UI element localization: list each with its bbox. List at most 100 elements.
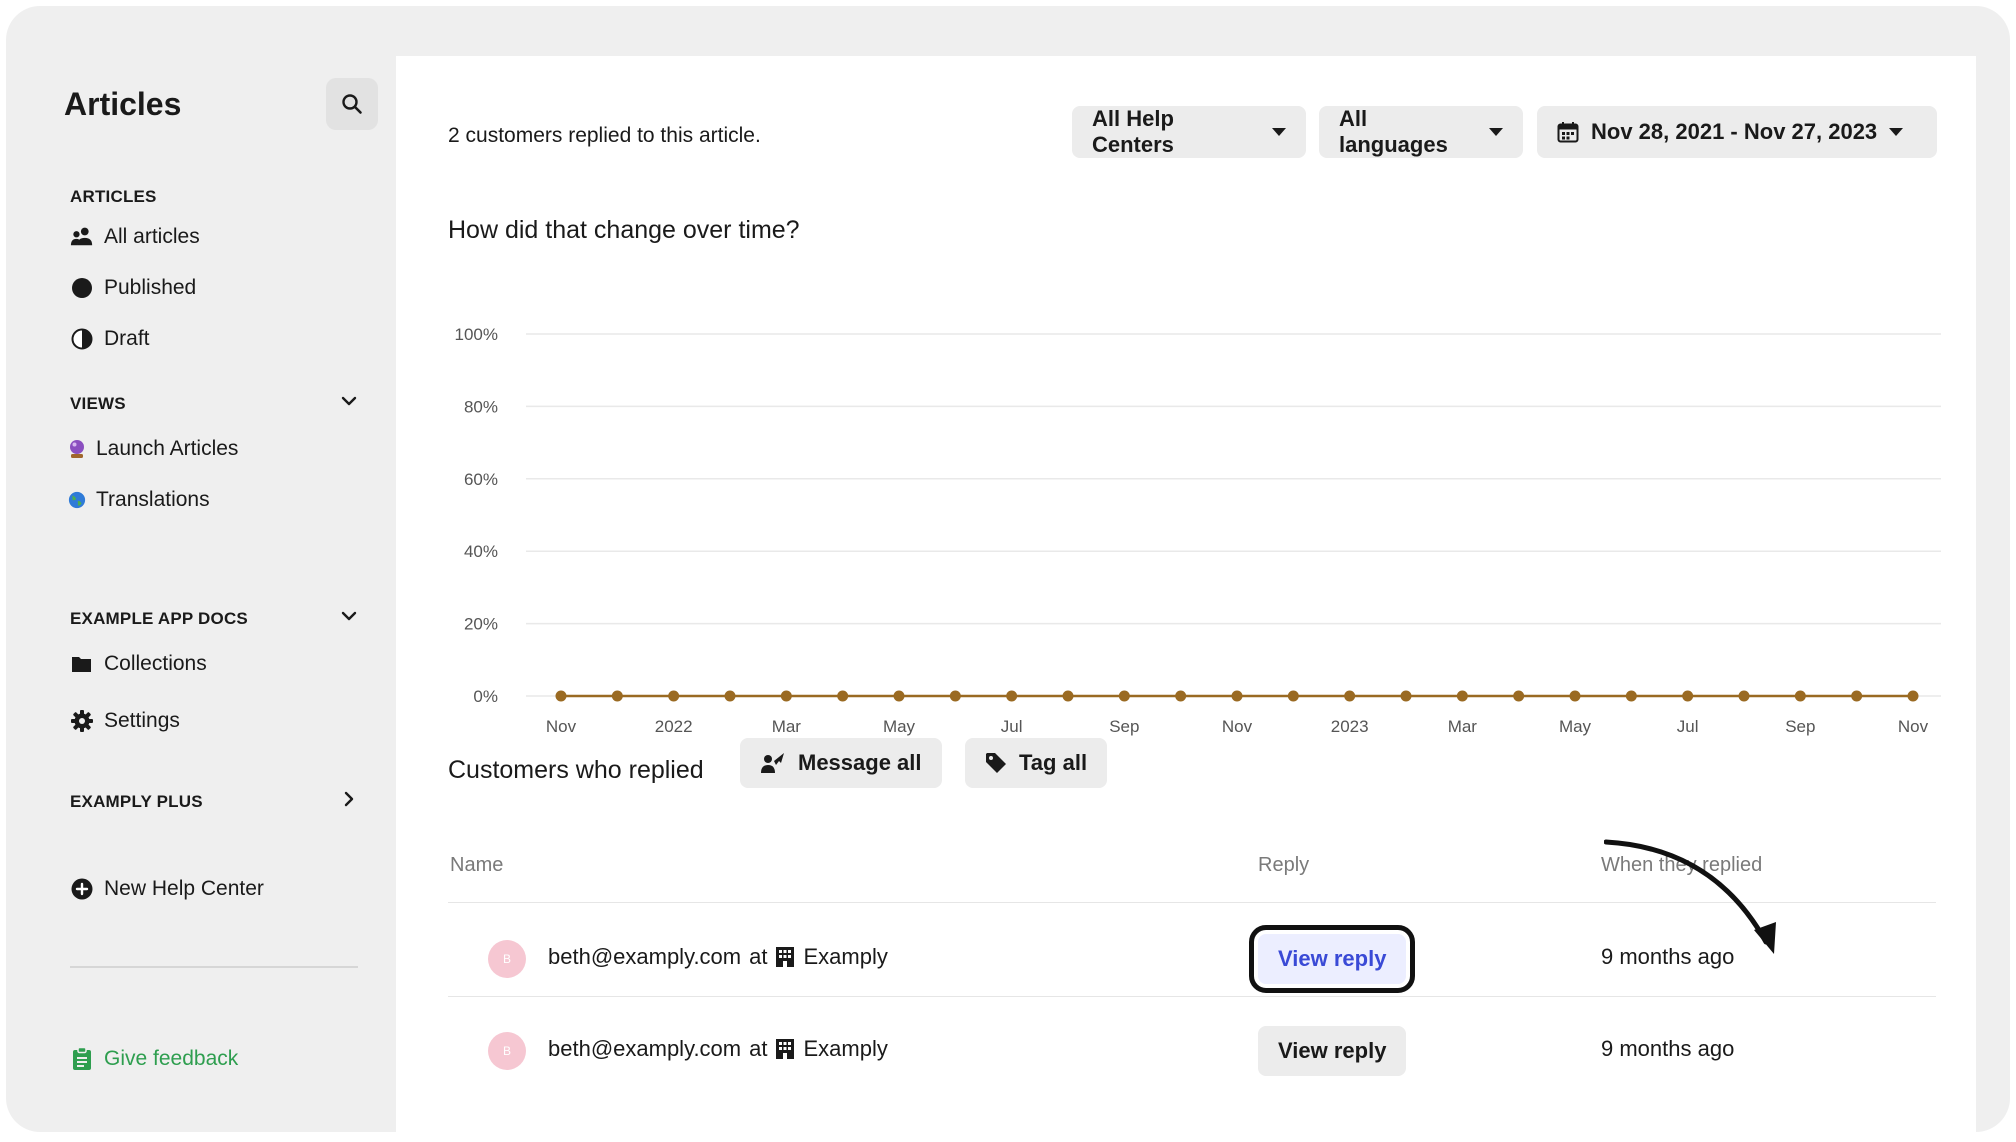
data-point (1062, 690, 1074, 702)
data-point (780, 690, 792, 702)
data-point (837, 690, 849, 702)
caret-down-icon (1889, 128, 1904, 136)
column-header-reply[interactable]: Reply (1258, 854, 1309, 877)
avatar: B (488, 1032, 526, 1070)
message-all-button[interactable]: Message all (740, 738, 942, 788)
chevron-down-icon[interactable] (340, 607, 358, 625)
view-reply-button[interactable]: View reply (1248, 925, 1416, 993)
date-range-label: Nov 28, 2021 - Nov 27, 2023 (1591, 119, 1878, 144)
sidebar-divider (70, 966, 358, 968)
x-tick-label: May (1559, 717, 1592, 736)
x-tick-label: Nov (546, 717, 577, 736)
sidebar-item-draft[interactable]: Draft (70, 322, 150, 356)
annotation-arrow-icon (1604, 839, 1776, 954)
sidebar-item-published[interactable]: Published (70, 271, 196, 305)
sidebar: Articles ARTICLES All articles Published… (6, 6, 396, 1132)
x-tick-label: 2023 (1331, 717, 1369, 736)
tag-all-label: Tag all (1019, 750, 1088, 775)
building-icon (776, 947, 795, 967)
help-centers-filter[interactable]: All Help Centers (1072, 106, 1306, 158)
sidebar-item-label: Launch Articles (96, 437, 239, 460)
x-tick-label: Mar (772, 717, 802, 736)
y-tick-label: 40% (464, 542, 498, 561)
caret-down-icon (1272, 128, 1286, 136)
globe-icon (68, 488, 86, 512)
x-tick-label: Jul (1001, 717, 1023, 736)
data-point (1287, 690, 1299, 702)
data-point (1569, 690, 1581, 702)
data-point (1682, 690, 1694, 702)
x-tick-label: 2022 (655, 717, 693, 736)
sidebar-item-label: Settings (104, 709, 180, 732)
section-articles: ARTICLES (70, 187, 157, 206)
calendar-icon (1557, 122, 1579, 143)
main-panel: 2 customers replied to this article. All… (396, 56, 1976, 1132)
sidebar-item-all-articles[interactable]: All articles (70, 220, 200, 254)
x-tick-label: Sep (1109, 717, 1139, 736)
at-label: at (749, 1036, 768, 1061)
y-tick-label: 20% (464, 615, 498, 634)
customer-email: beth@examply.com (548, 1036, 742, 1061)
search-icon (342, 94, 362, 114)
languages-filter-label: All languages (1339, 106, 1448, 157)
folder-icon (70, 652, 94, 676)
data-point (1513, 690, 1525, 702)
people-icon (70, 225, 94, 249)
give-feedback-label: Give feedback (104, 1047, 239, 1070)
x-tick-label: Sep (1785, 717, 1815, 736)
tag-icon (986, 753, 1006, 773)
table-row[interactable]: B beth@examply.com at Examply View reply… (448, 1006, 1936, 1096)
app-frame: Articles ARTICLES All articles Published… (6, 6, 2010, 1132)
data-point (1175, 690, 1187, 702)
avatar: B (488, 940, 526, 978)
data-point (1794, 690, 1806, 702)
data-point (668, 690, 680, 702)
y-tick-label: 0% (473, 687, 498, 706)
customer-identity[interactable]: beth@examply.com at Examply (548, 944, 888, 970)
sidebar-item-settings[interactable]: Settings (70, 704, 180, 738)
give-feedback-link[interactable]: Give feedback (70, 1042, 238, 1076)
plus-circle-icon (70, 877, 94, 901)
crystal-ball-icon (68, 437, 86, 461)
data-point (1625, 690, 1637, 702)
help-centers-filter-label: All Help Centers (1092, 106, 1174, 157)
data-point (1231, 690, 1243, 702)
languages-filter[interactable]: All languages (1319, 106, 1523, 158)
x-tick-label: Nov (1898, 717, 1929, 736)
gear-icon (70, 709, 94, 733)
sidebar-item-label: Collections (104, 652, 207, 675)
chevron-down-icon[interactable] (340, 392, 358, 410)
section-example-app-docs: EXAMPLE APP DOCS (70, 609, 248, 628)
sidebar-item-label: Draft (104, 327, 150, 350)
chevron-right-icon[interactable] (340, 790, 358, 808)
new-help-center-label: New Help Center (104, 877, 264, 900)
building-icon (776, 1039, 795, 1059)
sidebar-item-launch-articles[interactable]: Launch Articles (68, 432, 238, 466)
sidebar-item-collections[interactable]: Collections (70, 647, 207, 681)
company-name: Examply (803, 944, 888, 969)
data-point (1006, 690, 1018, 702)
data-point (724, 690, 736, 702)
x-tick-label: May (883, 717, 916, 736)
search-button[interactable] (326, 78, 378, 130)
date-range-picker[interactable]: Nov 28, 2021 - Nov 27, 2023 (1537, 106, 1937, 158)
tag-all-button[interactable]: Tag all (965, 738, 1108, 788)
data-point (1851, 690, 1863, 702)
reply-summary: 2 customers replied to this article. (448, 124, 761, 147)
data-point (1400, 690, 1412, 702)
view-reply-button[interactable]: View reply (1258, 1026, 1407, 1076)
table-divider (448, 996, 1936, 997)
data-point (1738, 690, 1750, 702)
sidebar-item-translations[interactable]: Translations (68, 483, 210, 517)
data-point (1456, 690, 1468, 702)
clipboard-icon (70, 1047, 94, 1071)
column-header-name[interactable]: Name (450, 854, 503, 877)
customer-identity[interactable]: beth@examply.com at Examply (548, 1036, 888, 1062)
x-tick-label: Jul (1677, 717, 1699, 736)
customers-replied-title: Customers who replied (448, 756, 704, 784)
data-point (1344, 690, 1356, 702)
new-help-center-button[interactable]: New Help Center (70, 872, 264, 906)
data-point (1118, 690, 1130, 702)
company-name: Examply (803, 1036, 888, 1061)
replies-over-time-chart: 0% 20% 40% 60% 80% 100% Nov 2022 Mar May Jul Sep Nov… (455, 325, 1941, 736)
